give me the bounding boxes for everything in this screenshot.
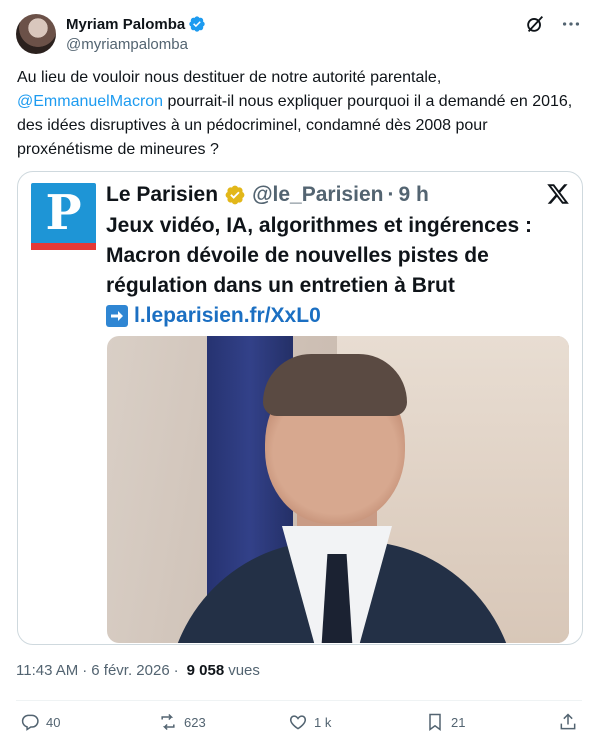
embedded-separator: · xyxy=(387,183,395,206)
le-parisien-logo: P xyxy=(31,183,96,250)
embedded-media-card[interactable]: P Le Parisien @le_Parisien · 9 h Jeux vi… xyxy=(17,171,583,645)
avatar[interactable] xyxy=(16,14,56,54)
embedded-handle: @le_Parisien xyxy=(252,183,384,206)
photo-hair xyxy=(263,354,407,416)
reply-button[interactable]: 40 xyxy=(20,712,60,732)
share-icon xyxy=(560,713,576,730)
tweet-meta: 11:43 AM · 6 févr. 2026 · 9 058 vues xyxy=(16,662,260,679)
divider xyxy=(16,700,582,701)
author-block: Myriam Palomba @myriampalomba xyxy=(66,14,206,53)
views-count: 9 058 xyxy=(186,662,225,679)
repost-count: 623 xyxy=(184,714,206,730)
tweet-date[interactable]: 6 févr. 2026 xyxy=(91,662,169,679)
like-count: 1 k xyxy=(314,714,332,730)
tweet-time[interactable]: 11:43 AM xyxy=(16,662,78,679)
embedded-title: Jeux vidéo, IA, algorithmes et ingérence… xyxy=(106,214,532,297)
action-bar: 40 623 1 k 21 xyxy=(0,708,598,740)
x-logo-icon xyxy=(547,184,569,204)
logo-red-bar xyxy=(31,243,96,250)
embedded-link: l.leparisien.fr/XxL0 xyxy=(134,304,321,327)
reply-icon xyxy=(21,714,39,731)
news-photo xyxy=(107,336,569,643)
tweet-text-part-1: Au lieu de vouloir nous destituer de not… xyxy=(17,69,442,86)
embedded-link-row: l.leparisien.fr/XxL0 xyxy=(106,302,321,330)
logo-letter: P xyxy=(45,185,82,241)
meta-separator-2: · xyxy=(173,662,179,679)
grok-icon[interactable] xyxy=(524,13,546,35)
author-handle[interactable]: @myriampalomba xyxy=(66,36,206,53)
tweet-header: Myriam Palomba @myriampalomba xyxy=(16,12,582,56)
mention-link[interactable]: @EmmanuelMacron xyxy=(17,93,163,110)
right-arrow-icon xyxy=(106,305,128,327)
repost-icon xyxy=(161,713,175,731)
repost-button[interactable]: 623 xyxy=(158,712,206,732)
bookmark-count: 21 xyxy=(451,714,466,730)
embedded-header: Le Parisien @le_Parisien · 9 h xyxy=(106,181,570,209)
header-actions xyxy=(524,12,582,36)
embedded-time: 9 h xyxy=(398,183,429,206)
author-display-name[interactable]: Myriam Palomba xyxy=(66,16,185,33)
gold-verified-badge-icon xyxy=(225,185,245,205)
bookmark-button[interactable]: 21 xyxy=(425,712,465,732)
reply-count: 40 xyxy=(46,714,61,730)
bookmark-icon xyxy=(429,713,441,731)
meta-separator: · xyxy=(82,662,88,679)
tweet-text: Au lieu de vouloir nous destituer de not… xyxy=(17,66,582,162)
embedded-name: Le Parisien xyxy=(106,183,219,206)
heart-icon xyxy=(289,715,307,730)
views-label: vues xyxy=(228,662,260,679)
verified-badge-icon xyxy=(189,16,205,32)
more-options-icon[interactable] xyxy=(560,13,582,35)
share-button[interactable] xyxy=(558,712,584,732)
like-button[interactable]: 1 k xyxy=(288,712,331,732)
